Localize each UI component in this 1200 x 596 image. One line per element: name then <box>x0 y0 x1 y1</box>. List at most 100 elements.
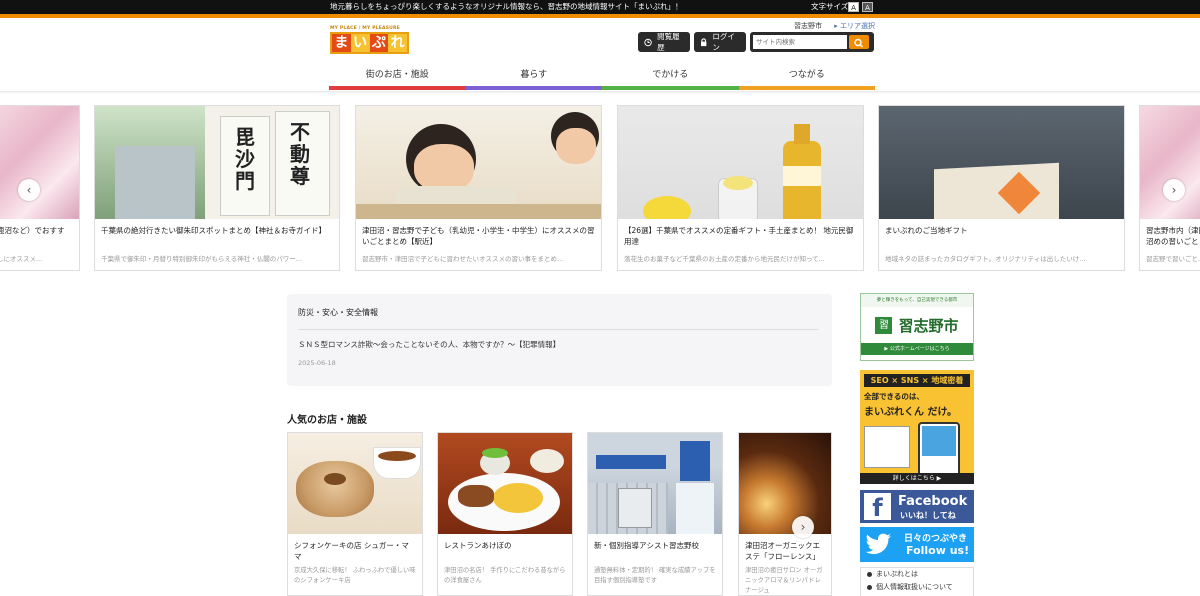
carousel-card[interactable]: 毘沙門 不動尊 千葉県の絶対行きたい御朱印スポットまとめ【神社＆お寺ガイド】 千… <box>94 105 340 271</box>
shop-desc: 津田沼の癒日サロン オーガニックアロマ＆リンパドレナージュ <box>745 567 823 594</box>
carousel-card[interactable]: 津田沼・習志野で子ども（乳幼児・小学生・中学生）にオススメの習いごとまとめ【駅近… <box>355 105 602 271</box>
carousel-card[interactable]: 鹿沼など）でおすす しにオススメ... <box>0 105 80 271</box>
card-desc: 落花生のお菓子など千葉県のお土産の定番から地元民だけが知って... <box>624 255 825 263</box>
nav-item-connect[interactable]: つながる <box>738 60 875 90</box>
safety-info-heading: 防災・安心・安全情報 <box>298 308 378 317</box>
nav-item-shops[interactable]: 街のお店・施設 <box>329 60 466 90</box>
card-title: 津田沼・習志野で子ども（乳幼児・小学生・中学生）にオススメの習いごとまとめ【駅近… <box>362 226 595 246</box>
chevron-left-icon: ‹ <box>26 183 32 197</box>
safety-info-box: 防災・安心・安全情報 ＳＮＳ型ロマンス詐欺〜会ったことないその人、本物ですか？〜… <box>287 294 832 386</box>
city-banner-link: ▶ 公式ホームページはこちら <box>861 343 973 355</box>
card-title: まいぷれのご当地ギフト <box>885 226 968 235</box>
shop-image-omurice <box>438 433 572 534</box>
logo-char-1: ま <box>332 34 351 52</box>
bullet-icon <box>867 585 872 590</box>
facebook-banner[interactable]: f Facebook いいね！してね <box>860 490 974 523</box>
card-title: 鹿沼など）でおすす <box>0 226 65 235</box>
area-select-link[interactable]: ▸ エリア選択 <box>834 22 875 30</box>
carousel-card[interactable]: まいぷれのご当地ギフト 地域ネタの詰まったカタログギフト。オリジナリティは出した… <box>878 105 1125 271</box>
search-input[interactable] <box>753 35 847 49</box>
card-image-gift-box <box>879 106 1124 219</box>
seo-banner-line2: 全部できるのは、 <box>864 392 924 401</box>
logo-char-2: い <box>353 35 368 51</box>
shop-title: 津田沼オーガニックエステ「フローレンス」 <box>745 541 820 561</box>
shop-desc: 津田沼の名店！ 手作りにこだわる昔ながらの洋食屋さん <box>444 567 566 584</box>
card-desc: 習志野市・津田沼で子どもに習わせたいオススメの習い事をまとめ... <box>362 255 564 263</box>
font-size-label: 文字サイズ <box>811 2 849 11</box>
shop-card[interactable]: 津田沼オーガニックエステ「フローレンス」 津田沼の癒日サロン オーガニックアロマ… <box>738 432 832 596</box>
clock-icon <box>644 38 652 46</box>
login-label: ログイン <box>712 32 735 52</box>
carousel-prev-button[interactable]: ‹ <box>18 179 40 201</box>
card-title: 習志野市内（津田沼めの習いごと・ <box>1146 226 1200 246</box>
safety-article-link[interactable]: ＳＮＳ型ロマンス詐欺〜会ったことないその人、本物ですか？〜【犯罪情報】 <box>298 339 560 350</box>
facebook-icon: f <box>864 493 891 522</box>
search-icon <box>854 38 864 48</box>
nav-item-living[interactable]: 暮らす <box>465 60 602 90</box>
shop-title: シフォンケーキの店 シュガー・ママ <box>294 541 409 561</box>
top-info-bar: 地元暮らしをちょっぴり楽しくするようなオリジナル情報なら、習志野の地域情報サイト… <box>0 0 1200 14</box>
header-accent-line <box>0 14 1200 18</box>
sidebar-link-about[interactable]: まいぷれとは <box>861 568 973 581</box>
current-city: 習志野市 <box>794 22 822 30</box>
card-desc: 地域ネタの詰まったカタログギフト。オリジナリティは出したいけ... <box>885 255 1086 263</box>
site-logo[interactable]: ま い ぷ れ <box>330 32 409 54</box>
card-title: 【26選】千葉県でオススメの定番ギフト・手土産まとめ！ 地元民御用達 <box>624 226 854 246</box>
history-label: 閲覧履歴 <box>657 32 680 52</box>
carousel-next-button[interactable]: › <box>1163 179 1185 201</box>
safety-article-date: 2025-06-18 <box>298 359 336 367</box>
shop-desc: 京成大久保に移転！ ふわっふわで優しい味のシフォンケーキ店 <box>294 567 416 584</box>
divider <box>298 329 818 330</box>
site-intro-message: 地元暮らしをちょっぴり楽しくするようなオリジナル情報なら、習志野の地域情報サイト… <box>330 2 683 11</box>
shop-card[interactable]: 新・個別指導アシスト習志野校 通塾無料体・定期的！ 確実な成績アップを目指す個別… <box>587 432 723 596</box>
location-bar: 習志野市 ▸ エリア選択 <box>794 21 875 31</box>
chevron-right-icon: › <box>1171 183 1177 197</box>
search-button[interactable] <box>849 35 869 49</box>
twitter-sub: Follow us! <box>906 544 970 557</box>
logo-char-4: れ <box>390 35 405 51</box>
chevron-right-icon: › <box>800 520 806 534</box>
twitter-bird-icon <box>866 533 891 555</box>
card-image-kids-study <box>356 106 601 219</box>
history-button[interactable]: 閲覧履歴 <box>638 32 690 52</box>
bullet-icon <box>867 572 872 577</box>
carousel-card[interactable]: 【26選】千葉県でオススメの定番ギフト・手土産まとめ！ 地元民御用達 落花生のお… <box>617 105 864 271</box>
city-banner-tagline: 夢と輝きをもって、自己実現できる都市 <box>861 294 973 307</box>
city-emblem-icon: 習 <box>875 316 893 334</box>
shop-title: 新・個別指導アシスト習志野校 <box>594 541 699 550</box>
facebook-title: Facebook <box>898 494 968 509</box>
facebook-sub: いいね！してね <box>900 511 956 520</box>
login-button[interactable]: ログイン <box>694 32 746 52</box>
card-image-sakura <box>0 106 79 219</box>
twitter-banner[interactable]: 日々のつぶやき Follow us! <box>860 527 974 562</box>
smartphone-icon <box>918 422 960 480</box>
card-desc: 習志野で習いごと... <box>1146 255 1200 263</box>
main-nav: 街のお店・施設 暮らす でかける つながる <box>329 60 875 90</box>
sidebar-links: まいぷれとは 個人情報取扱いについて <box>860 567 974 596</box>
font-size-large-button[interactable]: A <box>862 2 873 12</box>
city-official-banner[interactable]: 夢と輝きをもって、自己実現できる都市 習 習志野市 ▶ 公式ホームページはこちら <box>860 293 974 361</box>
shop-image-chiffon <box>288 433 422 534</box>
card-title: 千葉県の絶対行きたい御朱印スポットまとめ【神社＆お寺ガイド】 <box>101 226 326 235</box>
seo-ad-banner[interactable]: SEO × SNS × 地域密着 全部できるのは、 まいぷれくん だけ。 詳しく… <box>860 370 974 484</box>
card-image-sakura <box>1140 106 1200 219</box>
shop-card[interactable]: レストランあけぼの 津田沼の名店！ 手作りにこだわる昔ながらの洋食屋さん <box>437 432 573 596</box>
shop-card[interactable]: シフォンケーキの店 シュガー・ママ 京成大久保に移転！ ふわっふわで優しい味のシ… <box>287 432 423 596</box>
nav-item-outing[interactable]: でかける <box>602 60 739 90</box>
seo-banner-line3: まいぷれくん だけ。 <box>864 407 957 418</box>
popular-next-button[interactable]: › <box>792 516 814 538</box>
twitter-title: 日々のつぶやき <box>904 534 968 544</box>
lock-icon <box>700 37 707 46</box>
card-image-gift-juice <box>618 106 863 219</box>
city-banner-name: 習志野市 <box>898 316 959 335</box>
nav-shadow <box>0 91 1200 94</box>
popular-section-title: 人気のお店・施設 <box>287 415 367 426</box>
card-image-goshuin: 毘沙門 不動尊 <box>95 106 339 219</box>
shop-title: レストランあけぼの <box>444 541 512 550</box>
seo-banner-footer: 詳しくはこちら ▶ <box>860 473 974 484</box>
seo-banner-note <box>864 426 910 468</box>
font-size-small-button[interactable]: A <box>848 2 859 12</box>
shop-image-esthe <box>739 433 831 534</box>
seo-banner-line1: SEO × SNS × 地域密着 <box>864 374 970 387</box>
sidebar-link-privacy[interactable]: 個人情報取扱いについて <box>861 581 973 594</box>
